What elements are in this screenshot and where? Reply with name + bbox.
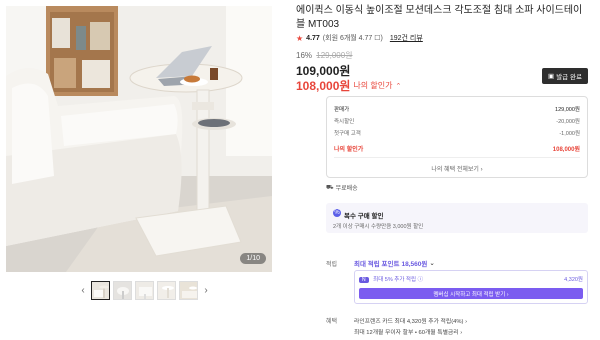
thumbnail[interactable] bbox=[91, 280, 110, 300]
truck-icon: ⛟ bbox=[326, 184, 334, 191]
review-count-link[interactable]: 192건 리뷰 bbox=[390, 33, 423, 43]
points-headline: 최대 적립 포인트 18,560원 ⌄ bbox=[354, 258, 435, 268]
free-shipping-label: 무료배송 bbox=[335, 186, 358, 192]
bulk-discount-title: 복수 구매 할인 bbox=[344, 213, 384, 220]
view-all-benefits-link[interactable]: 나의 혜택 전체보기 › bbox=[327, 164, 587, 173]
points-card-value: 4,320원 bbox=[564, 277, 583, 283]
chevron-down-icon[interactable]: ⌄ bbox=[429, 259, 434, 267]
price-row-value: 129,000원 bbox=[555, 107, 580, 113]
star-icon: ★ bbox=[296, 33, 304, 43]
my-price-total-value: 108,000원 bbox=[552, 147, 580, 153]
discount-percent: 16% bbox=[296, 51, 313, 60]
price-row-label: 즉시할인 bbox=[334, 119, 355, 125]
thumbnail[interactable] bbox=[135, 280, 154, 300]
my-sale-label: 나의 할인가 bbox=[353, 81, 393, 90]
my-price-total-label: 나의 할인가 bbox=[334, 147, 364, 153]
chevron-up-icon: ⌃ bbox=[395, 82, 402, 90]
my-price-total-row: 나의 할인가 108,000원 bbox=[334, 144, 580, 153]
discount-icon: % bbox=[333, 209, 341, 217]
chevron-right-icon[interactable]: › bbox=[201, 285, 211, 296]
naver-badge-icon: N bbox=[359, 277, 369, 283]
my-price-row[interactable]: 108,000원 나의 할인가 ⌃ bbox=[296, 77, 401, 94]
product-main-image[interactable]: 1/10 bbox=[6, 6, 272, 272]
points-card: N 최대 5% 추가 적립 ⓘ 4,320원 멤버십 시작하고 최대 적립 받기… bbox=[354, 270, 588, 304]
price-breakdown-box: 판매가 129,000원 즉시할인 -20,000원 첫구매 고객 -1,000… bbox=[326, 96, 588, 178]
points-label: 적립 bbox=[326, 262, 338, 268]
thumbnail-strip: ‹ › bbox=[78, 279, 211, 301]
free-shipping: ⛟ 무료배송 bbox=[326, 183, 358, 193]
membership-start-button[interactable]: 멤버십 시작하고 최대 적립 받기 › bbox=[359, 288, 583, 299]
price-row-label: 판매가 bbox=[334, 107, 350, 113]
chevron-left-icon[interactable]: ‹ bbox=[78, 285, 88, 296]
price-row-label: 첫구매 고객 bbox=[334, 131, 361, 137]
price-row-value: -20,000원 bbox=[556, 119, 580, 125]
bulk-discount-subtitle: 2개 이상 구매시 수량만큼 3,000원 할인 bbox=[333, 224, 424, 230]
rating-value: 4.77 bbox=[306, 34, 320, 42]
discount-row: 16% 129,000원 bbox=[296, 50, 353, 61]
price-row: 즉시할인 -20,000원 bbox=[334, 117, 580, 125]
points-headline-prefix: 최대 적립 포인트 bbox=[354, 261, 400, 268]
thumbnail[interactable] bbox=[113, 280, 132, 300]
bulk-discount-box: % 복수 구매 할인 2개 이상 구매시 수량만큼 3,000원 할인 bbox=[326, 203, 588, 233]
price-row-value: -1,000원 bbox=[559, 131, 580, 137]
coupon-issued-button[interactable]: ▣ 발급 완료 bbox=[542, 68, 588, 84]
price-row: 판매가 129,000원 bbox=[334, 105, 580, 113]
product-photo bbox=[6, 6, 272, 272]
thumbnail[interactable] bbox=[179, 280, 198, 300]
divider bbox=[334, 157, 580, 158]
points-card-row: N 최대 5% 추가 적립 ⓘ 4,320원 bbox=[359, 275, 583, 283]
card-benefit-link[interactable]: 라인프렌즈 카드 최대 4,320원 추가 적립(4%) › bbox=[354, 316, 467, 325]
benefits-label: 혜택 bbox=[326, 319, 338, 325]
coupon-button-label: 발급 완료 bbox=[556, 74, 582, 81]
points-card-text: 최대 5% 추가 적립 ⓘ bbox=[373, 277, 424, 283]
image-counter: 1/10 bbox=[240, 253, 266, 264]
rating-detail: (회원 6개월 4.77 ☐) bbox=[322, 35, 383, 42]
price-row: 첫구매 고객 -1,000원 bbox=[334, 129, 580, 137]
product-title: 에이퀵스 이동식 높이조절 모션데스크 각도조절 침대 소파 사이드테이블 MT… bbox=[296, 5, 583, 30]
original-price: 129,000원 bbox=[316, 51, 353, 60]
points-headline-value: 18,560원 bbox=[401, 261, 428, 268]
installment-benefit-link[interactable]: 최대 12개월 무이자 할부 • 60개월 특별금리 › bbox=[354, 327, 462, 336]
rating-row: ★ 4.77 (회원 6개월 4.77 ☐) 192건 리뷰 bbox=[296, 33, 423, 43]
thumbnail[interactable] bbox=[157, 280, 176, 300]
my-sale-price: 108,000원 bbox=[296, 79, 351, 93]
ticket-icon: ▣ bbox=[548, 73, 555, 80]
